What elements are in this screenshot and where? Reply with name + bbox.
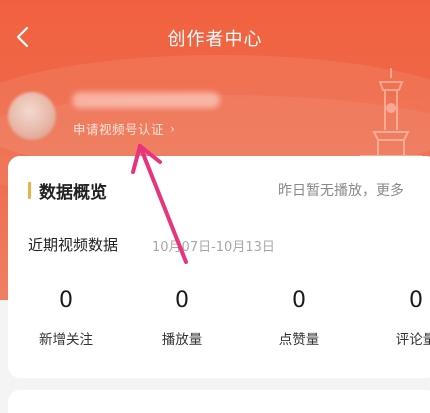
stat-label: 新增关注 bbox=[39, 332, 93, 348]
card-title: 数据概览 bbox=[28, 178, 107, 203]
stat-label: 播放量 bbox=[161, 332, 203, 348]
date-range: 10月07日-10月13日 bbox=[152, 240, 275, 255]
top-navigation: 创作者中心 bbox=[0, 0, 430, 74]
username-blurred bbox=[72, 92, 220, 108]
stat-plays[interactable]: 0 播放量 bbox=[137, 288, 227, 348]
title-accent-bar bbox=[28, 182, 31, 199]
stat-likes[interactable]: 0 点赞量 bbox=[254, 288, 344, 348]
no-play-notice-link[interactable]: 昨日暂无播放，更多 bbox=[278, 180, 404, 200]
stat-value: 0 bbox=[409, 288, 423, 313]
secondary-card bbox=[8, 390, 430, 413]
avatar[interactable] bbox=[8, 92, 56, 140]
card-title-text: 数据概览 bbox=[39, 183, 107, 203]
page-title: 创作者中心 bbox=[167, 29, 263, 50]
stat-comments[interactable]: 0 评论量 bbox=[371, 288, 430, 348]
stat-value: 0 bbox=[59, 288, 73, 313]
chevron-right-icon: › bbox=[170, 121, 176, 136]
apply-verification-label: 申请视频号认证 bbox=[73, 122, 165, 137]
data-overview-card: 数据概览 昨日暂无播放，更多 近期视频数据 10月07日-10月13日 0 新增… bbox=[8, 156, 430, 378]
stat-value: 0 bbox=[175, 288, 189, 313]
recent-video-data-label: 近期视频数据 bbox=[28, 236, 119, 254]
stat-label: 点赞量 bbox=[278, 332, 320, 348]
stat-new-followers[interactable]: 0 新增关注 bbox=[21, 288, 111, 348]
stat-label: 评论量 bbox=[395, 332, 430, 348]
apply-verification-link[interactable]: 申请视频号认证 › bbox=[73, 119, 175, 138]
stat-value: 0 bbox=[292, 288, 306, 313]
stats-row: 0 新增关注 0 播放量 0 点赞量 0 评论量 bbox=[8, 288, 430, 358]
